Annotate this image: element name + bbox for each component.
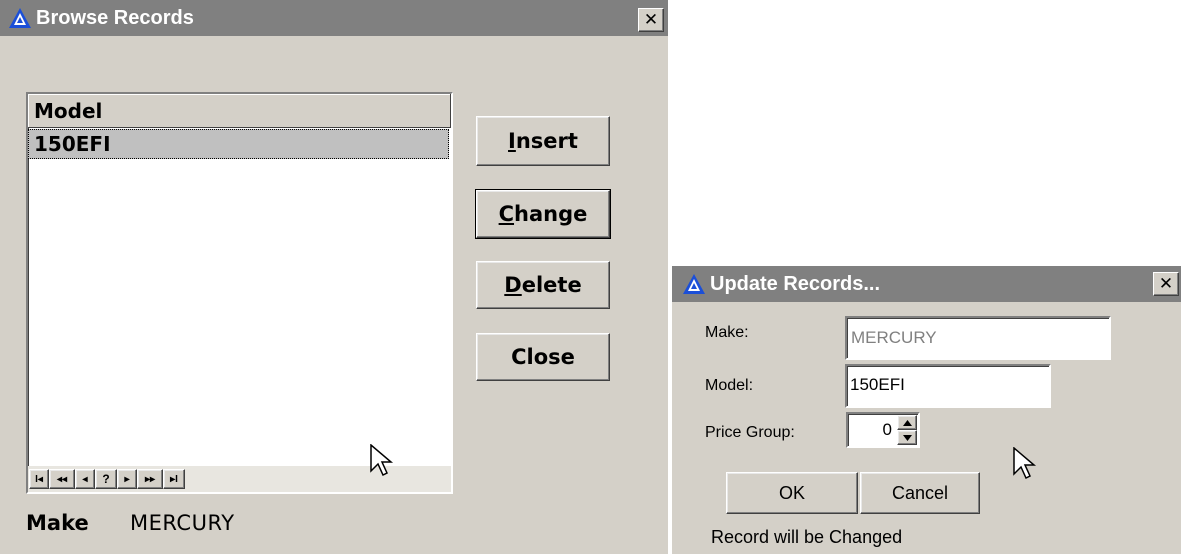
price-group-value: 0 [882,420,892,439]
insert-button[interactable]: Insert [476,116,610,166]
status-text: Record will be Changed [711,527,903,547]
nav-next-page-button[interactable]: ▸▸ [137,469,163,489]
app-icon [8,6,32,30]
list-item-text: 150EFI [34,132,111,156]
window-title: Browse Records [36,6,194,29]
app-icon [682,272,706,296]
mouse-pointer-icon [370,444,394,477]
price-group-label: Price Group: [705,424,795,441]
update-records-window: Update Records... ✕ Make: MERCURY Model:… [672,266,1181,554]
update-title-bar[interactable]: Update Records... ✕ [672,266,1181,302]
spin-up-icon[interactable] [897,415,917,430]
change-label: hange [514,202,588,226]
nav-prev-page-button[interactable]: ◂◂ [49,469,75,489]
model-field-value: 150EFI [850,375,905,394]
nav-prev-button[interactable]: ◂ [75,469,95,489]
make-label: Make [26,511,89,535]
column-header-model[interactable]: Model [28,94,451,128]
nav-last-button[interactable]: ▸I [163,469,185,489]
make-field: MERCURY [845,316,1111,360]
make-field-label: Make: [705,324,749,341]
delete-mnemonic: D [504,273,522,297]
window-title: Update Records... [710,272,881,295]
browse-records-window: Browse Records ✕ Model 150EFI I◂ ◂◂ ◂ ? … [0,0,668,554]
browse-title-bar[interactable]: Browse Records ✕ [0,0,668,36]
insert-mnemonic: I [508,129,516,153]
model-field-label: Model: [705,377,754,394]
spin-down-icon[interactable] [897,430,917,445]
list-item[interactable]: 150EFI [28,129,449,159]
mouse-pointer-icon [1013,447,1037,480]
nav-first-button[interactable]: I◂ [29,469,49,489]
model-list[interactable]: Model 150EFI I◂ ◂◂ ◂ ? ▸ ▸▸ ▸I [26,92,453,494]
price-group-spinner[interactable]: 0 [846,412,920,448]
change-button[interactable]: Change [475,189,611,239]
close-icon[interactable]: ✕ [1153,272,1179,296]
delete-label: elete [521,273,582,297]
insert-label: nsert [515,129,578,153]
change-mnemonic: C [498,202,515,226]
close-icon[interactable]: ✕ [638,8,664,32]
cancel-button[interactable]: Cancel [860,472,980,514]
nav-locate-button[interactable]: ? [95,469,117,489]
make-value: MERCURY [130,511,235,535]
ok-button[interactable]: OK [726,472,858,514]
close-button[interactable]: Close [476,333,610,381]
nav-next-button[interactable]: ▸ [117,469,137,489]
make-field-value: MERCURY [851,328,937,347]
delete-button[interactable]: Delete [476,261,610,309]
model-field[interactable]: 150EFI [845,364,1051,408]
